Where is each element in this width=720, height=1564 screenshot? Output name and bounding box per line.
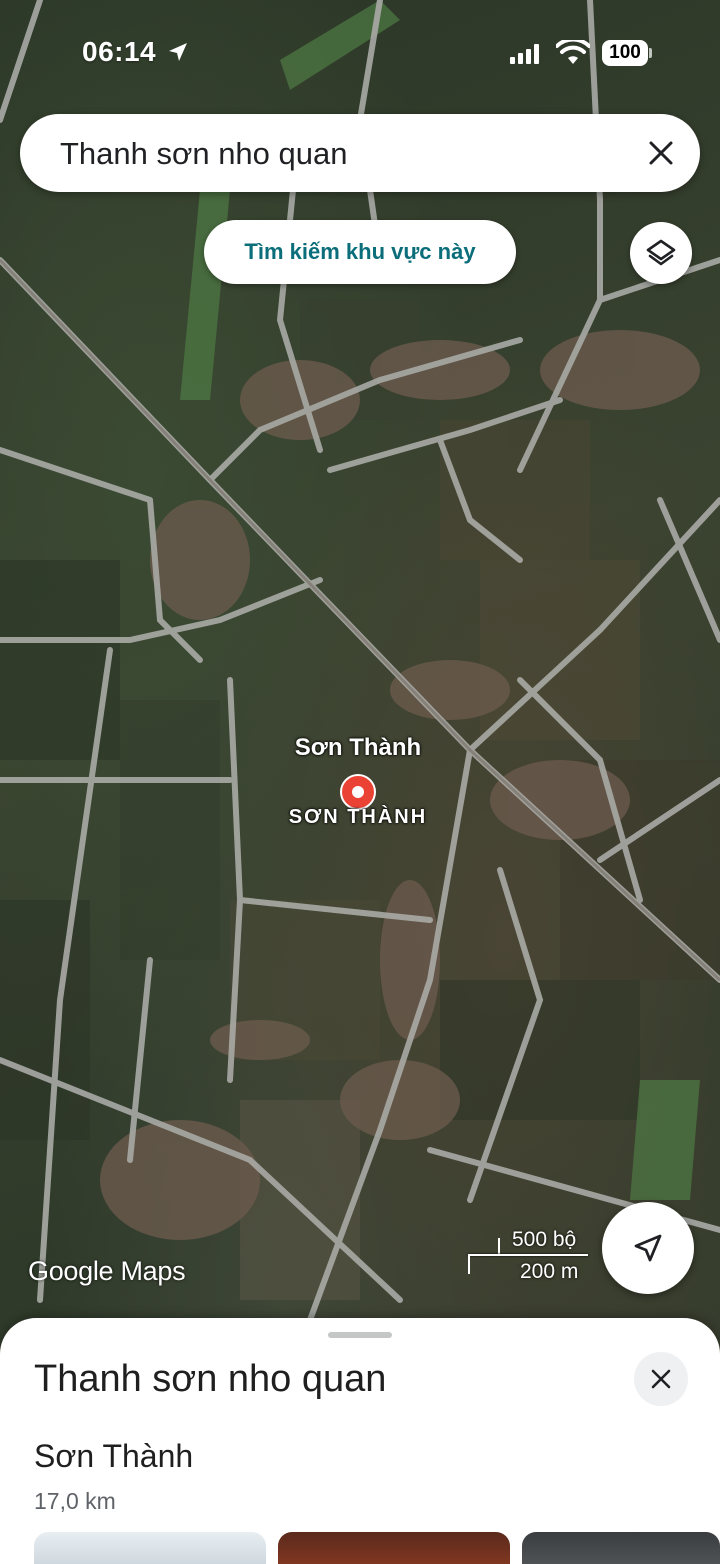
close-icon — [649, 141, 673, 165]
layers-button[interactable] — [630, 222, 692, 284]
scale-metric-label: 200 m — [520, 1260, 579, 1283]
result-photo[interactable] — [522, 1532, 720, 1564]
battery-indicator: 100 — [602, 40, 652, 66]
result-photo[interactable] — [278, 1532, 510, 1564]
area-name-label: SƠN THÀNH — [288, 806, 428, 828]
navigation-arrow-icon — [634, 1234, 662, 1262]
clock: 06:14 — [82, 36, 157, 67]
close-icon — [651, 1369, 671, 1389]
results-bottom-sheet[interactable]: Thanh sơn nho quan Sơn Thành 17,0 km — [0, 1318, 720, 1564]
google-maps-logo: Google Maps — [28, 1256, 186, 1286]
battery-tip — [649, 48, 652, 58]
location-arrow-icon — [169, 43, 187, 61]
battery-level: 100 — [602, 40, 648, 66]
drag-handle[interactable] — [328, 1332, 392, 1338]
place-name-label: Sơn Thành — [294, 734, 422, 761]
scale-tick — [498, 1238, 500, 1254]
scale-tick — [468, 1254, 470, 1274]
map-scale: 500 bộ 200 m — [464, 1226, 594, 1286]
result-photo[interactable] — [34, 1532, 266, 1564]
layers-icon — [646, 239, 676, 266]
sheet-title: Thanh sơn nho quan — [34, 1358, 387, 1400]
result-distance: 17,0 km — [34, 1488, 116, 1514]
search-input[interactable]: Thanh sơn nho quan — [60, 136, 348, 172]
wifi-icon — [556, 40, 590, 64]
scale-bar — [468, 1254, 588, 1256]
search-this-area-button[interactable]: Tìm kiếm khu vực này — [204, 220, 516, 284]
close-sheet-button[interactable] — [634, 1352, 688, 1406]
search-bar[interactable]: Thanh sơn nho quan — [20, 114, 700, 192]
clear-search-button[interactable] — [640, 132, 682, 174]
cellular-signal-icon — [510, 44, 539, 64]
my-location-button[interactable] — [602, 1202, 694, 1294]
scale-imperial-label: 500 bộ — [512, 1228, 577, 1251]
status-bar: 06:14 100 — [0, 0, 720, 100]
result-name[interactable]: Sơn Thành — [34, 1438, 193, 1475]
